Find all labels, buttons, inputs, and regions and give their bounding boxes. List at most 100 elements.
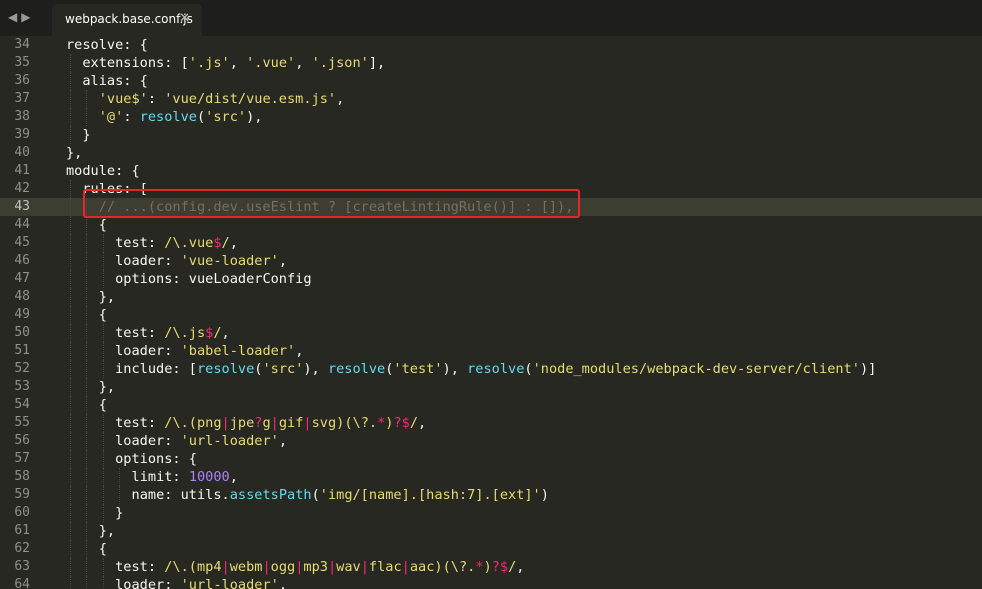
code-line[interactable]: 37 'vue$': 'vue/dist/vue.esm.js', <box>0 90 982 108</box>
code-token: 'vue-loader' <box>180 253 279 269</box>
code-line[interactable]: 58 limit: 10000, <box>0 468 982 486</box>
code-line[interactable]: 53}, <box>0 378 982 396</box>
code-line[interactable]: 45 test: /\.vue$/, <box>0 234 982 252</box>
code-line[interactable]: 40}, <box>0 144 982 162</box>
line-number: 59 <box>14 487 30 502</box>
file-tab[interactable]: webpack.base.conf.js ✕ <box>52 4 202 36</box>
code-token: 'src' <box>205 109 247 125</box>
code-text: 'vue$': 'vue/dist/vue.esm.js', <box>99 90 345 108</box>
line-number: 55 <box>14 415 30 430</box>
code-line[interactable]: 62 { <box>0 540 982 558</box>
line-number: 43 <box>14 199 30 214</box>
code-token: ?$ <box>393 415 410 431</box>
code-token: g <box>262 415 271 431</box>
tab-nav-arrows[interactable]: ◀▶ <box>8 10 34 24</box>
line-number: 51 <box>14 343 30 358</box>
code-token: mp3 <box>303 559 328 575</box>
tab-forward-icon[interactable]: ▶ <box>21 10 34 24</box>
line-number: 62 <box>14 541 30 556</box>
indent-guide <box>70 288 71 306</box>
indent-guide <box>86 270 88 288</box>
code-line[interactable]: 44 { <box>0 216 982 234</box>
line-number: 63 <box>14 559 30 574</box>
line-number: 40 <box>14 145 30 160</box>
indent-guide <box>70 558 71 576</box>
code-line[interactable]: 57 options: { <box>0 450 982 468</box>
code-token: test: <box>115 325 165 341</box>
indent-guide <box>102 360 104 378</box>
code-line[interactable]: 46 loader: 'vue-loader', <box>0 252 982 270</box>
code-token: }, <box>66 145 83 161</box>
code-token: 'url-loader' <box>180 433 279 449</box>
code-line[interactable]: 59 name: utils.assetsPath('img/[name].[ha… <box>0 486 982 504</box>
indent-guide <box>102 324 104 342</box>
line-number: 44 <box>14 217 30 232</box>
code-token: include: [ <box>115 361 197 377</box>
code-token: '.vue' <box>246 55 296 71</box>
indent-guide <box>70 468 71 486</box>
code-text: include: [resolve('src'), resolve('test'… <box>115 360 876 378</box>
code-text: }, <box>99 522 115 540</box>
code-line[interactable]: 48}, <box>0 288 982 306</box>
code-token: / <box>213 325 222 341</box>
code-token: ( <box>524 361 533 377</box>
annotation-highlight-box <box>83 189 580 218</box>
close-icon[interactable]: ✕ <box>179 11 190 26</box>
code-line[interactable]: 63 test: /\.(mp4|webm|ogg|mp3|wav|flac|aa… <box>0 558 982 576</box>
code-line[interactable]: 55 test: /\.(png|jpe?g|gif|svg)(\?.*)?$/, <box>0 414 982 432</box>
line-number: 38 <box>14 109 30 124</box>
code-line[interactable]: 39} <box>0 126 982 144</box>
indent-guide <box>86 324 88 342</box>
code-token: | <box>303 415 312 431</box>
code-text: test: /\.(png|jpe?g|gif|svg)(\?.*)?$/, <box>115 414 426 432</box>
code-token: jpe <box>229 415 255 431</box>
code-line[interactable]: 52 include: [resolve('src'), resolve('tes… <box>0 360 982 378</box>
indent-guide <box>70 216 71 234</box>
code-token: { <box>98 397 107 413</box>
code-token: 'babel-loader' <box>180 343 296 359</box>
code-line[interactable]: 41 module: { <box>0 162 982 180</box>
code-token: '@' <box>98 109 124 125</box>
code-text: { <box>99 396 107 414</box>
line-number: 52 <box>14 361 30 376</box>
code-token: resolve <box>139 109 197 125</box>
code-text: options: { <box>115 450 197 468</box>
indent-guide <box>70 90 71 108</box>
tab-back-icon[interactable]: ◀ <box>8 10 21 24</box>
code-line[interactable]: 50 test: /\.js$/, <box>0 324 982 342</box>
code-line[interactable]: 34 resolve: { <box>0 36 982 54</box>
code-token: limit: <box>131 469 189 485</box>
indent-guide <box>70 486 71 504</box>
code-token: /\.vue <box>164 235 214 251</box>
code-token: | <box>327 559 337 575</box>
indent-guide <box>70 126 71 144</box>
code-line[interactable]: 49 { <box>0 306 982 324</box>
code-text: test: /\.(mp4|webm|ogg|mp3|wav|flac|aac)… <box>115 558 524 576</box>
code-text: resolve: { <box>66 36 148 54</box>
line-number: 53 <box>14 379 30 394</box>
line-number: 42 <box>14 181 30 196</box>
code-token: }, <box>98 379 116 395</box>
code-line[interactable]: 60} <box>0 504 982 522</box>
code-token: , <box>295 55 312 71</box>
code-token: flac <box>368 559 402 575</box>
code-text: '@': resolve('src'), <box>99 108 263 126</box>
code-token: | <box>221 415 230 431</box>
code-token: }, <box>98 289 116 305</box>
code-line[interactable]: 47 options: vueLoaderConfig <box>0 270 982 288</box>
code-line[interactable]: 36 alias: { <box>0 72 982 90</box>
code-token: | <box>262 559 271 575</box>
code-line[interactable]: 56 loader: 'url-loader', <box>0 432 982 450</box>
line-number: 35 <box>14 55 30 70</box>
code-line[interactable]: 35 extensions: ['.js', '.vue', '.json'], <box>0 54 982 72</box>
line-number: 54 <box>14 397 30 412</box>
code-line[interactable]: 54 { <box>0 396 982 414</box>
code-line[interactable]: 51 loader: 'babel-loader', <box>0 342 982 360</box>
code-token: { <box>98 307 107 323</box>
code-line[interactable]: 64 loader: 'url-loader', <box>0 576 982 589</box>
code-line[interactable]: 61}, <box>0 522 982 540</box>
code-text: } <box>82 126 90 144</box>
code-editor[interactable]: 34 resolve: {35 extensions: ['.js', '.vue'… <box>0 36 982 589</box>
code-token: , <box>229 235 238 251</box>
code-line[interactable]: 38 '@': resolve('src'), <box>0 108 982 126</box>
